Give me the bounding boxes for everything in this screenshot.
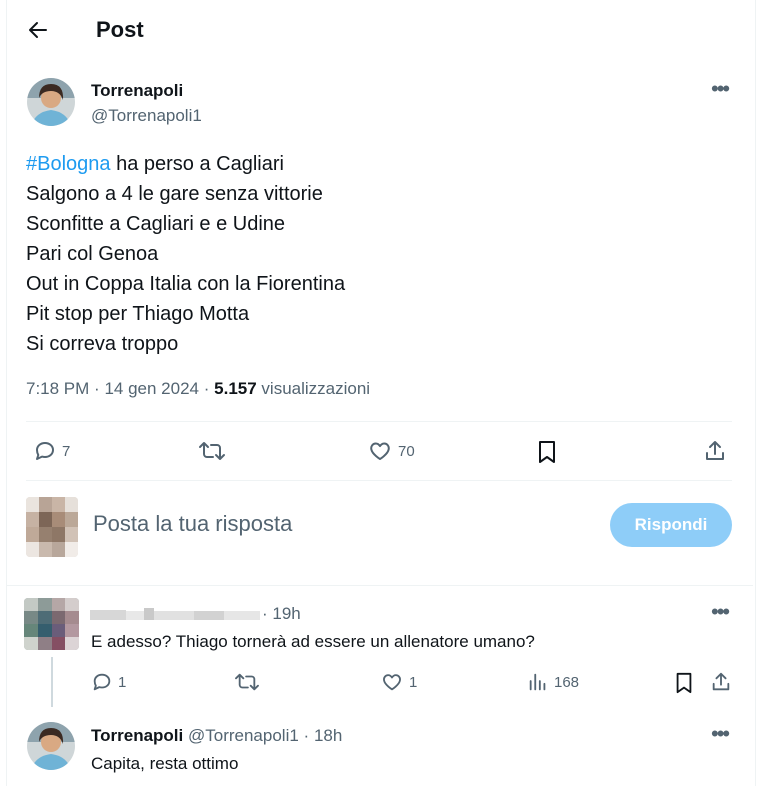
post-text: #Bologna ha perso a Cagliari Salgono a 4… (26, 149, 345, 359)
reply-time[interactable]: · 19h (262, 604, 301, 624)
avatar[interactable] (27, 722, 75, 770)
reply-icon (36, 442, 54, 460)
avatar[interactable] (24, 598, 79, 650)
author-name[interactable]: Torrenapoli (91, 726, 183, 745)
author-handle[interactable]: @Torrenapoli1 (188, 726, 299, 745)
share-button[interactable] (710, 671, 732, 693)
reply-button[interactable]: 7 (33, 439, 70, 463)
reply-text: Capita, resta ottimo (91, 754, 239, 773)
author-handle[interactable]: @Torrenapoli1 (91, 106, 202, 126)
share-button[interactable] (703, 439, 727, 463)
author-name[interactable]: Torrenapoli (91, 81, 183, 101)
share-icon (706, 441, 724, 460)
retweet-icon (235, 673, 259, 691)
views-icon (529, 673, 546, 691)
views-label: visualizzazioni (261, 379, 371, 398)
thread-line (51, 657, 53, 707)
back-arrow-icon (29, 22, 47, 38)
reply-count: 1 (118, 673, 127, 691)
post-line-3: Sconfitte a Cagliari e e Udine (26, 213, 286, 235)
more-icon[interactable]: ••• (711, 78, 730, 100)
bookmark-icon (676, 672, 692, 694)
bookmark-button[interactable] (673, 671, 695, 695)
blurred-name (90, 608, 260, 620)
back-button[interactable] (26, 18, 50, 42)
like-button[interactable]: 70 (368, 439, 415, 463)
reply-submit-button[interactable]: Rispondi (610, 503, 732, 547)
divider (7, 585, 753, 586)
redacted-user-name[interactable] (90, 606, 260, 622)
reply-text: E adesso? Thiago tornerà ad essere un al… (91, 632, 535, 651)
divider (26, 480, 732, 481)
like-count: 1 (409, 673, 418, 691)
post-line-4: Pari col Genoa (26, 243, 159, 265)
like-icon (383, 674, 401, 691)
like-count: 70 (398, 442, 415, 460)
post-date[interactable]: 14 gen 2024 (104, 379, 199, 398)
page-title: Post (96, 17, 144, 42)
post-line-2: Salgono a 4 le gare senza vittorie (26, 183, 323, 205)
avatar (26, 497, 78, 557)
retweet-button[interactable] (234, 671, 260, 693)
divider (26, 421, 732, 422)
reply-button[interactable]: 1 (91, 671, 126, 693)
views-button[interactable]: 168 (527, 671, 579, 693)
post-line-5: Out in Coppa Italia con la Fiorentina (26, 273, 346, 295)
retweet-icon (199, 442, 225, 460)
bookmark-button[interactable] (535, 439, 559, 465)
post-time[interactable]: 7:18 PM (26, 379, 89, 398)
bookmark-icon (539, 441, 555, 463)
reply-icon (93, 673, 111, 691)
reply-header: Torrenapoli @Torrenapoli1 · 18h (91, 726, 342, 746)
reply-count: 7 (62, 442, 71, 460)
retweet-button[interactable] (198, 439, 226, 463)
post-meta: 7:18 PM · 14 gen 2024 · 5.157 visualizza… (26, 379, 371, 398)
blurred-avatar (26, 497, 78, 557)
post-line-1: #Bologna ha perso a Cagliari (26, 153, 284, 175)
post-line-7: Si correva troppo (26, 333, 179, 355)
like-button[interactable]: 1 (381, 671, 417, 693)
profile-photo (27, 78, 75, 126)
reply-input[interactable]: Posta la tua risposta (93, 511, 292, 537)
blurred-avatar (24, 598, 79, 650)
post-line-6: Pit stop per Thiago Motta (26, 303, 250, 325)
views-count: 5.157 (214, 379, 257, 398)
views-count: 168 (554, 673, 580, 691)
profile-photo (27, 722, 75, 770)
more-icon[interactable]: ••• (711, 601, 730, 623)
more-icon[interactable]: ••• (711, 723, 730, 745)
reply-time[interactable]: · 18h (304, 726, 343, 745)
like-icon (370, 442, 390, 460)
share-icon (712, 672, 730, 691)
avatar[interactable] (27, 78, 75, 126)
hashtag-link[interactable]: #Bologna (26, 153, 111, 175)
